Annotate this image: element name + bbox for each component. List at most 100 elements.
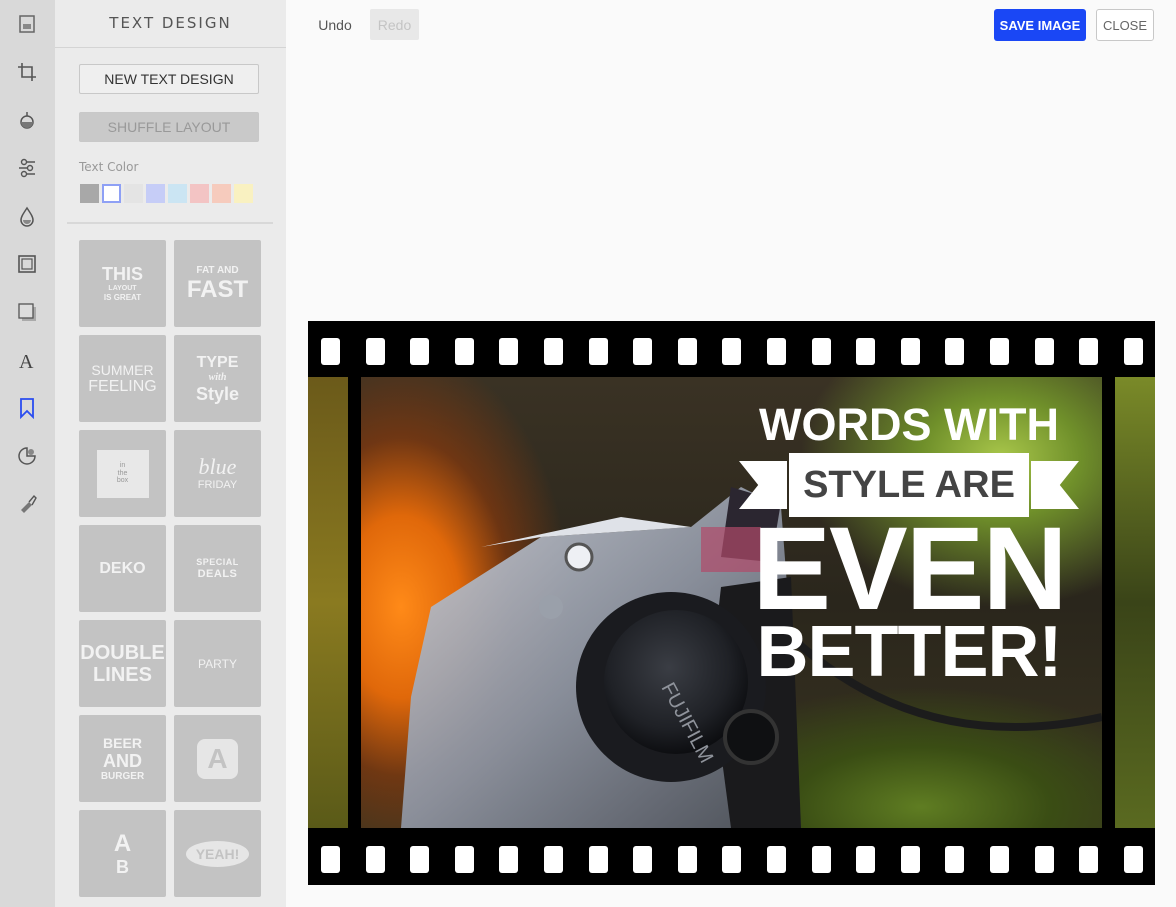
preset-line: FAST	[186, 275, 249, 303]
preset-line: LAYOUT	[108, 285, 137, 292]
text-icon[interactable]: A	[14, 347, 40, 373]
preset-line: box	[116, 477, 129, 485]
preset-line: BURGER	[100, 770, 145, 782]
headline-line-4: BETTER!	[756, 612, 1063, 692]
preset-line: SUMMER	[91, 361, 154, 378]
text-design-preset[interactable]: in the box	[79, 430, 166, 517]
preset-line: YEAH!	[185, 840, 250, 867]
film-hole	[1034, 846, 1054, 873]
brush-icon[interactable]	[14, 491, 40, 517]
preset-line: TYPE	[196, 353, 239, 371]
film-hole	[633, 846, 653, 873]
film-hole	[1079, 338, 1099, 365]
film-hole	[990, 846, 1009, 873]
redo-button[interactable]: Redo	[370, 9, 419, 40]
film-hole	[811, 846, 831, 873]
shadow-icon[interactable]	[14, 299, 40, 325]
tool-strip: A	[0, 0, 55, 907]
headline-line-2: STYLE ARE	[789, 453, 1029, 517]
film-hole	[856, 846, 876, 873]
preset-line: A	[113, 829, 132, 857]
bookmark-icon[interactable]	[14, 395, 40, 421]
color-swatch[interactable]	[146, 184, 165, 203]
color-swatch[interactable]	[102, 184, 121, 203]
film-hole	[321, 338, 340, 365]
film-frame-left	[308, 377, 348, 828]
film-hole	[811, 338, 831, 365]
color-swatch[interactable]	[124, 184, 143, 203]
film-hole	[1123, 338, 1143, 365]
film-hole	[1034, 338, 1054, 365]
save-image-button[interactable]: SAVE IMAGE	[994, 9, 1086, 41]
film-hole	[588, 338, 608, 365]
text-design-preset[interactable]: DEKO	[79, 525, 166, 612]
text-design-preset[interactable]: AB	[79, 810, 166, 897]
preset-line: LINES	[93, 663, 152, 686]
panel-title: TEXT DESIGN	[55, 0, 286, 48]
film-hole	[499, 846, 519, 873]
film-hole	[499, 338, 519, 365]
frame-icon[interactable]	[14, 251, 40, 277]
film-hole	[454, 846, 474, 873]
film-hole	[365, 338, 385, 365]
text-design-panel: TEXT DESIGN NEW TEXT DESIGN SHUFFLE LAYO…	[55, 0, 286, 907]
film-hole	[900, 338, 920, 365]
sticker-icon[interactable]	[14, 443, 40, 469]
preset-line: DEKO	[99, 559, 146, 577]
film-hole	[856, 338, 876, 365]
film-hole	[454, 338, 474, 365]
text-design-overlay[interactable]: WORDS WITH STYLE ARE EVEN BETTER!	[739, 399, 1079, 692]
preset-line: BEER	[103, 734, 142, 751]
text-design-preset[interactable]: SUMMER FEELING	[79, 335, 166, 422]
text-design-preset[interactable]: PARTY	[174, 620, 261, 707]
preset-line: FEELING	[88, 377, 157, 395]
close-button[interactable]: CLOSE	[1096, 9, 1154, 41]
headline-line-3: EVEN	[752, 503, 1067, 635]
undo-button[interactable]: Undo	[307, 9, 363, 40]
text-design-preset[interactable]: TYPE with Style	[174, 335, 261, 422]
shuffle-layout-button[interactable]: SHUFFLE LAYOUT	[79, 112, 259, 142]
film-hole	[722, 846, 742, 873]
film-hole	[945, 338, 965, 365]
color-swatch[interactable]	[234, 184, 253, 203]
preset-line: IS GREAT	[103, 293, 142, 302]
preset-line: PARTY	[198, 656, 237, 671]
text-color-swatches	[80, 184, 256, 203]
text-design-preset[interactable]: YEAH!	[174, 810, 261, 897]
image-icon[interactable]	[14, 11, 40, 37]
text-design-preset[interactable]: blue FRIDAY	[174, 430, 261, 517]
film-holes-bottom	[308, 829, 1155, 885]
preset-line: blue	[198, 454, 237, 479]
color-swatch[interactable]	[190, 184, 209, 203]
ribbon-right	[1031, 461, 1079, 509]
box-preview: in the box	[96, 449, 149, 498]
film-hole	[900, 846, 920, 873]
color-swatch[interactable]	[168, 184, 187, 203]
text-design-preset[interactable]: BEER AND BURGER	[79, 715, 166, 802]
film-frame-right	[1115, 377, 1155, 828]
text-design-preset[interactable]: FAT AND FAST	[174, 240, 261, 327]
color-swatch[interactable]	[80, 184, 99, 203]
text-design-preset[interactable]: THIS LAYOUT IS GREAT	[79, 240, 166, 327]
preset-line: the	[117, 469, 128, 477]
text-design-preset[interactable]: SPECIAL DEALS	[174, 525, 261, 612]
image-canvas[interactable]: FUJIFILM WORDS WITH STYLE ARE EVEN BETTE…	[308, 321, 1155, 885]
new-text-design-button[interactable]: NEW TEXT DESIGN	[79, 64, 259, 94]
film-hole	[544, 846, 563, 873]
drop-icon[interactable]	[14, 203, 40, 229]
film-holes-top	[308, 321, 1155, 377]
film-hole	[365, 846, 385, 873]
film-hole	[410, 846, 430, 873]
headline-line-1: WORDS WITH	[759, 399, 1059, 450]
film-hole	[677, 338, 697, 365]
film-hole	[722, 338, 742, 365]
adjust-icon[interactable]	[14, 155, 40, 181]
text-design-preset[interactable]: DOUBLE LINES	[79, 620, 166, 707]
color-swatch[interactable]	[212, 184, 231, 203]
film-hole	[321, 846, 340, 873]
text-design-preset[interactable]: A	[174, 715, 261, 802]
film-hole	[410, 338, 430, 365]
crop-icon[interactable]	[14, 59, 40, 85]
film-hole	[1123, 846, 1143, 873]
filter-icon[interactable]	[14, 107, 40, 133]
